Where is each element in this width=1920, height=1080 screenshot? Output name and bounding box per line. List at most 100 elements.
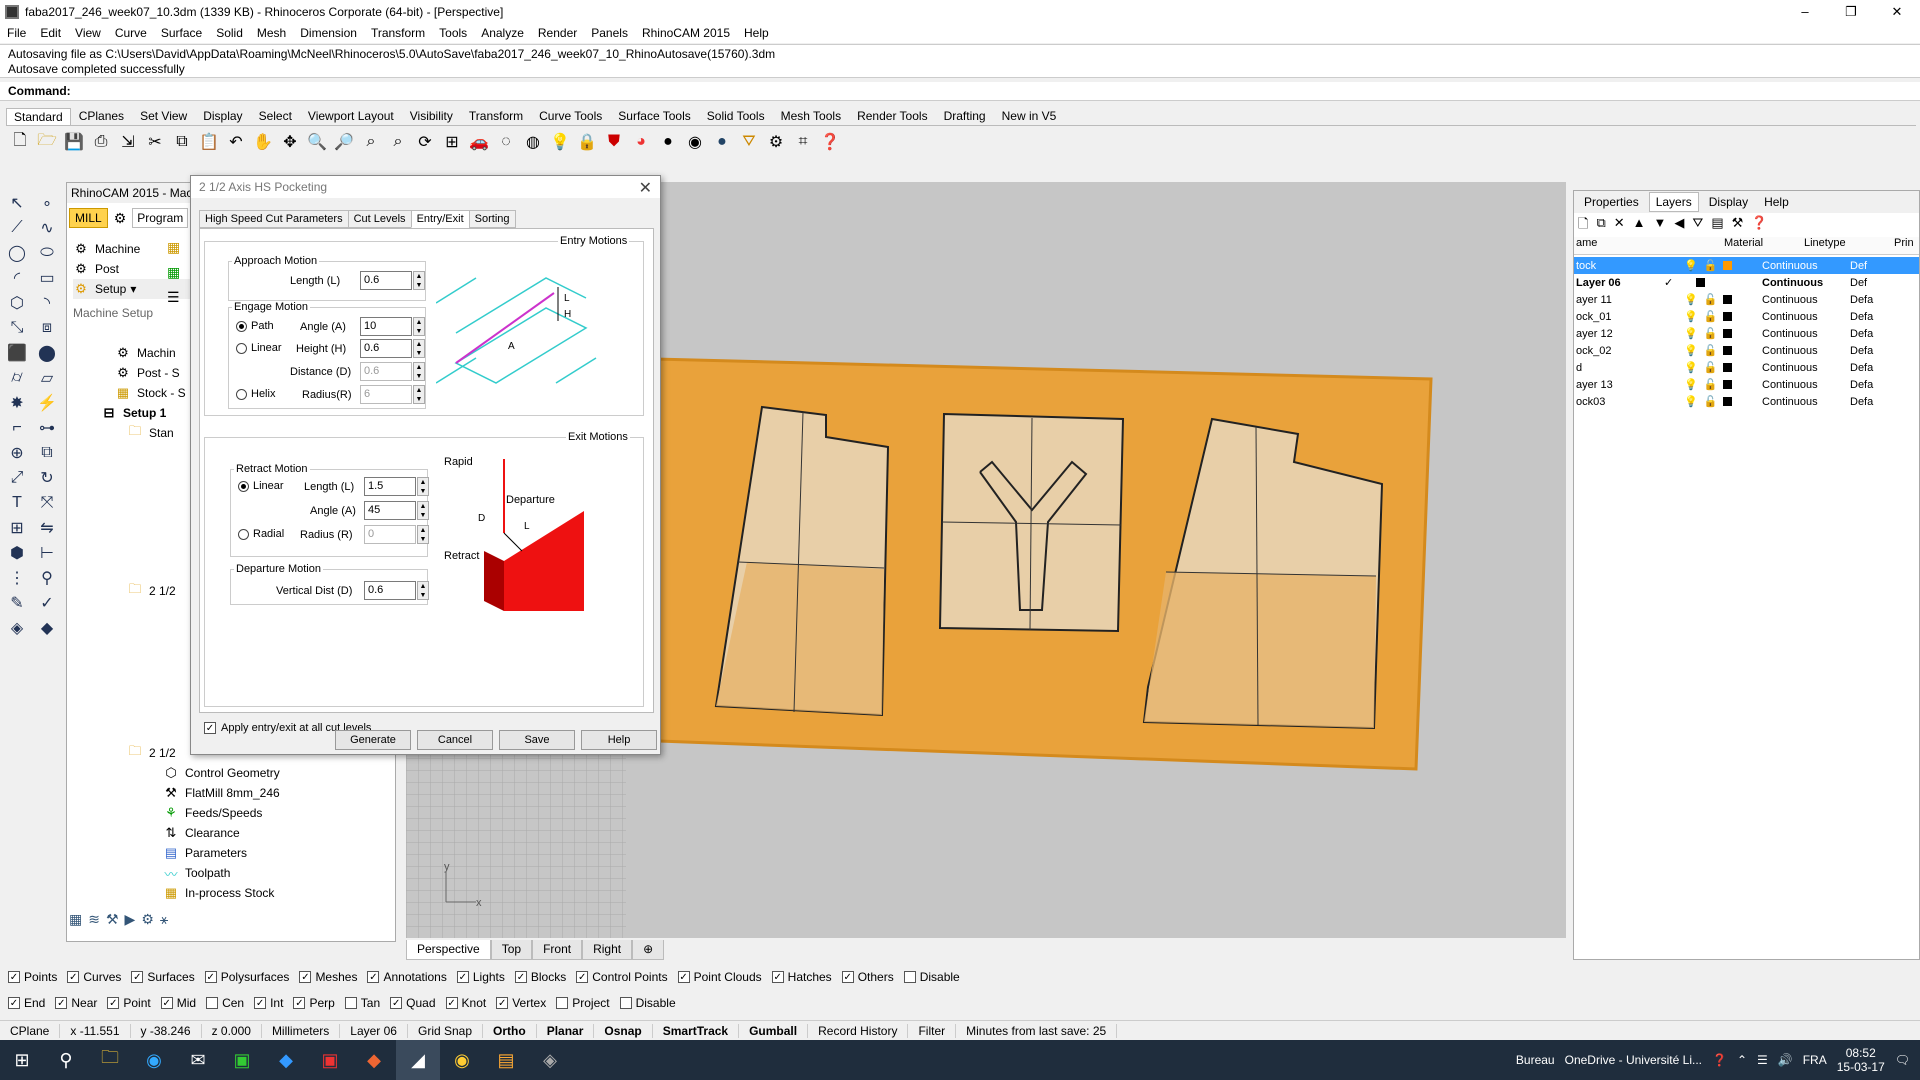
rectangle-icon[interactable]: ▭ [32, 265, 62, 290]
engage-linear-radio[interactable] [236, 343, 247, 354]
rotate-tool-icon[interactable]: ↻ [32, 465, 62, 490]
new-file-icon[interactable]: 🗋 [8, 130, 32, 154]
fillet-icon[interactable]: ◝ [32, 290, 62, 315]
filter-point-clouds[interactable]: ✓ Point Clouds [677, 970, 762, 984]
osnap-tan[interactable]: Tan [344, 996, 380, 1010]
file-explorer-icon[interactable]: 🗀 [88, 1040, 132, 1080]
distance-input[interactable]: 0.6 [360, 362, 412, 381]
start-icon[interactable]: ⊞ [0, 1040, 44, 1080]
retract-radius-input[interactable]: 0 [364, 525, 416, 544]
edit-icon[interactable]: ✎ [2, 590, 32, 615]
volume-icon[interactable]: 🔊 [1778, 1053, 1793, 1067]
lock-icon[interactable]: 🔓 [1704, 361, 1718, 374]
mail-icon[interactable]: ✉ [176, 1040, 220, 1080]
zoom-extents-icon[interactable]: ⌕ [359, 130, 383, 154]
osnap-knot[interactable]: ✓ Knot [445, 996, 486, 1010]
height-input[interactable]: 0.6 [360, 339, 412, 358]
lock-icon[interactable]: 🔓 [1704, 293, 1718, 306]
tab-front[interactable]: Front [532, 940, 583, 960]
tab-cut-levels[interactable]: Cut Levels [347, 210, 412, 228]
point-icon[interactable]: ∘ [32, 190, 62, 215]
menu-mesh[interactable]: Mesh [250, 26, 293, 40]
tab-right[interactable]: Right [582, 940, 633, 960]
retract-length-spinner[interactable]: ▲ ▼ [417, 477, 429, 496]
lock-icon[interactable]: 🔓 [1704, 327, 1718, 340]
retract-radius-spinner[interactable]: ▲ ▼ [417, 525, 429, 544]
tab-display[interactable]: Display [195, 107, 250, 125]
render-icon[interactable]: ◉ [683, 130, 707, 154]
restore-button[interactable]: ❐ [1828, 0, 1874, 23]
save-button[interactable]: Save [499, 730, 575, 750]
checkbox[interactable]: ✓ [496, 997, 509, 1009]
approach-length-spinner[interactable]: ▲ ▼ [413, 271, 425, 290]
layer-list-icon[interactable]: ▤ [1711, 215, 1723, 235]
menu-view[interactable]: View [68, 26, 108, 40]
col-print[interactable]: Prin [1894, 237, 1914, 254]
col-linetype[interactable]: Linetype [1804, 237, 1894, 254]
program-icon[interactable]: ⚙ [114, 210, 127, 227]
layer-print-color[interactable]: Defa [1842, 328, 1873, 340]
layer-print-color[interactable]: Defa [1842, 362, 1873, 374]
offset-icon[interactable]: ⧈ [32, 315, 62, 340]
post-icon[interactable]: ⚹ [160, 911, 168, 931]
tab-high-speed-cut-parameters[interactable]: High Speed Cut Parameters [199, 210, 349, 228]
cancel-button[interactable]: Cancel [417, 730, 493, 750]
import-icon[interactable]: ⇲ [116, 130, 140, 154]
move-up-icon[interactable]: ▲ [1633, 215, 1646, 235]
tools-icon[interactable]: ⚒ [1732, 215, 1744, 235]
move-tool-icon[interactable]: ⤢ [2, 465, 32, 490]
tab-solid-tools[interactable]: Solid Tools [699, 107, 773, 125]
clock-date[interactable]: 15-03-17 [1837, 1060, 1885, 1074]
tab-surface-tools[interactable]: Surface Tools [610, 107, 699, 125]
layer-color-swatch[interactable] [1723, 295, 1733, 304]
extend-icon[interactable]: ⤡ [2, 315, 32, 340]
tab-program[interactable]: Program [132, 208, 189, 228]
layer-linetype[interactable]: Continuous [1754, 311, 1842, 323]
tool-icon[interactable]: ⚒ [106, 911, 119, 931]
layer-linetype[interactable]: Continuous [1754, 277, 1842, 289]
engage-helix-radio[interactable] [236, 389, 247, 400]
layer-linetype[interactable]: Continuous [1754, 328, 1842, 340]
globe-icon[interactable]: ● [710, 130, 734, 154]
grid-tools-icon[interactable]: ⌗ [791, 130, 815, 154]
circle-icon[interactable]: ◯ [2, 240, 32, 265]
grid-snap-toggle[interactable]: Grid Snap [408, 1023, 484, 1038]
surface-icon[interactable]: ▱ [32, 365, 62, 390]
tab-set-view[interactable]: Set View [132, 107, 195, 125]
cplane-label[interactable]: CPlane [0, 1023, 61, 1038]
trim-icon[interactable]: ⌐ [2, 415, 32, 440]
layer-print-color[interactable]: Defa [1842, 396, 1873, 408]
filter-icon[interactable]: ⛛ [1692, 215, 1703, 235]
layer-print-color[interactable]: Def [1842, 277, 1867, 289]
radius-input[interactable]: 6 [360, 385, 412, 404]
show-icon[interactable]: ◍ [521, 130, 545, 154]
vertical-dist-spinner[interactable]: ▲ ▼ [417, 581, 429, 600]
filter-others[interactable]: ✓ Others [841, 970, 894, 984]
retract-angle-input[interactable]: 45 [364, 501, 416, 520]
help-icon[interactable]: ❓ [1751, 215, 1767, 235]
lightbulb-icon[interactable]: 💡 [1684, 378, 1698, 391]
osnap-perp[interactable]: ✓ Perp [293, 996, 335, 1010]
tab-properties[interactable]: Properties [1578, 193, 1645, 211]
lock-icon[interactable]: 🔓 [1704, 395, 1718, 408]
join-icon[interactable]: ⊕ [2, 440, 32, 465]
layer-linetype[interactable]: Continuous [1754, 362, 1842, 374]
checkbox[interactable]: ✓ [367, 971, 380, 983]
checkbox[interactable]: ✓ [456, 971, 469, 983]
sphere-solid-icon[interactable]: ⬤ [32, 340, 62, 365]
filter-hatches[interactable]: ✓ Hatches [771, 970, 832, 984]
layer-color-swatch[interactable] [1723, 261, 1733, 270]
close-button[interactable]: ✕ [1874, 0, 1920, 23]
layer-color-swatch[interactable] [1723, 363, 1733, 372]
help-icon[interactable]: ❓ [818, 130, 842, 154]
stock-icon[interactable]: ▦ [69, 911, 82, 931]
approach-length-input[interactable]: 0.6 [360, 271, 412, 290]
checkbox[interactable]: ✓ [390, 997, 403, 1009]
lock-icon[interactable]: 🔓 [1704, 344, 1718, 357]
app-icon[interactable]: ◉ [132, 1040, 176, 1080]
network-icon[interactable]: ☰ [1757, 1053, 1768, 1067]
tab-sorting[interactable]: Sorting [468, 210, 516, 228]
osnap-vertex[interactable]: ✓ Vertex [496, 996, 546, 1010]
cube-icon[interactable]: ⬢ [2, 540, 32, 565]
tab-visibility[interactable]: Visibility [402, 107, 461, 125]
